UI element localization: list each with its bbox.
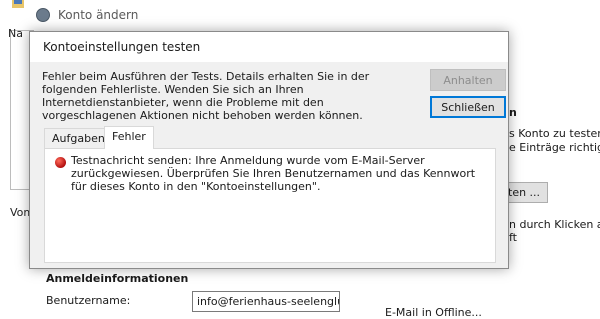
stop-button[interactable]: Anhalten	[430, 69, 506, 91]
tab-label: Fehler	[112, 130, 146, 143]
background-section-heading: n	[509, 106, 517, 119]
background-text-line: s Konto zu testen,	[509, 127, 600, 140]
tab-fehler[interactable]: Fehler	[104, 126, 154, 149]
dialog-title: Kontoeinstellungen testen	[43, 40, 201, 54]
background-text-line: E-Mail in Offline...	[385, 306, 482, 319]
credentials-section-title: Anmeldeinformationen	[46, 272, 189, 285]
error-icon	[55, 157, 66, 168]
close-button[interactable]: Schließen	[430, 96, 506, 118]
outlook-app-icon	[12, 0, 24, 8]
test-account-settings-dialog: Kontoeinstellungen testen Fehler beim Au…	[29, 31, 509, 269]
error-text: Testnachricht senden: Ihre Anmeldung wur…	[71, 154, 476, 193]
background-text-line: n durch Klicken au	[509, 218, 600, 231]
background-test-settings-label: ten ...	[508, 186, 541, 199]
tab-label: Aufgaben	[52, 132, 105, 145]
background-text-line: e Einträge richtig s	[509, 141, 600, 154]
background-text-line: ft	[509, 231, 517, 244]
error-list-panel: Testnachricht senden: Ihre Anmeldung wur…	[44, 148, 496, 263]
background-test-settings-button[interactable]: ten ...	[508, 182, 548, 203]
username-input[interactable]: info@ferienhaus-seelenglüc	[192, 291, 340, 312]
dialog-titlebar[interactable]: Kontoeinstellungen testen	[30, 32, 508, 62]
dialog-error-message: Fehler beim Ausführen der Tests. Details…	[42, 70, 370, 122]
background-name-label: Na	[8, 27, 23, 40]
username-label: Benutzername:	[46, 294, 131, 307]
account-settings-icon	[36, 8, 50, 22]
background-window-titlebar: Konto ändern	[0, 0, 600, 30]
tab-aufgaben[interactable]: Aufgaben	[44, 128, 113, 148]
background-window-title: Konto ändern	[58, 8, 139, 22]
